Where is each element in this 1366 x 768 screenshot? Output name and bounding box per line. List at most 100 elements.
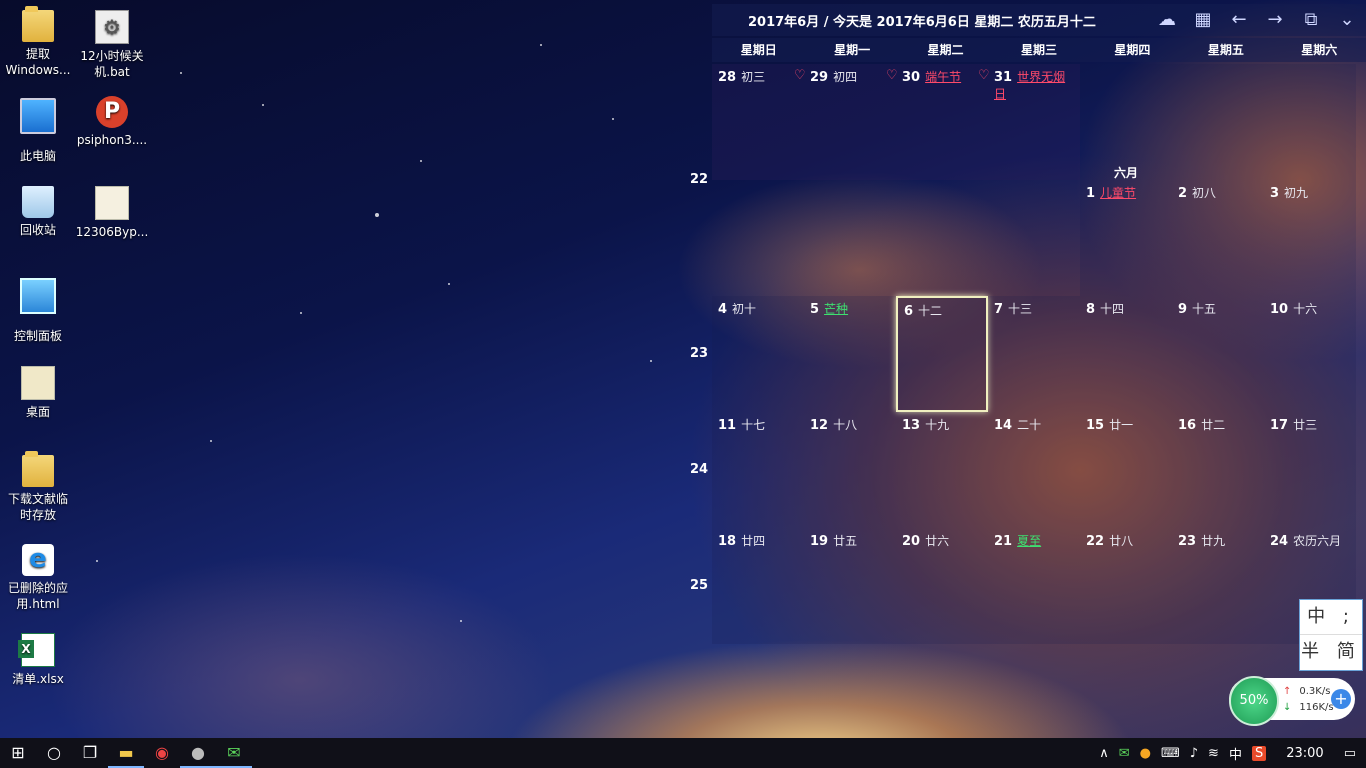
qq-icon[interactable]: ● — [1140, 746, 1151, 761]
lunar-date: 十四 — [1100, 302, 1125, 316]
cortana-search-icon[interactable]: ○ — [36, 738, 72, 768]
file-explorer-icon[interactable]: ▬ — [108, 738, 144, 768]
lunar-date[interactable]: 儿童节 — [1100, 186, 1136, 200]
weekday-tue: 星期二 — [927, 43, 964, 57]
speaker-icon[interactable]: ♪ — [1190, 746, 1198, 761]
desktop-icon-this-pc[interactable]: 此电脑 — [0, 98, 76, 164]
tray-ime-indicator[interactable]: 中 — [1229, 744, 1242, 763]
lunar-date: 初四 — [833, 70, 858, 84]
windows-start-icon[interactable]: ⊞ — [0, 738, 36, 768]
calendar-day-cell[interactable]: 21 夏至 — [988, 528, 1080, 644]
calendar-day-cell[interactable]: 11 十七 — [712, 412, 804, 528]
action-center-icon[interactable]: ▭ — [1344, 746, 1356, 761]
lunar-date[interactable]: 端午节 — [925, 70, 961, 84]
lunar-date[interactable]: 夏至 — [1017, 534, 1041, 548]
day-number: 17 — [1270, 418, 1289, 433]
calendar-day-cell[interactable]: 12 十八 — [804, 412, 896, 528]
desktop-icon-deleted-apps-html[interactable]: 已删除的应 用.html — [0, 544, 76, 612]
lunar-date: 农历六月 — [1293, 534, 1342, 548]
week-number: 25 — [689, 578, 709, 593]
lunar-date: 初八 — [1192, 186, 1217, 200]
app-sphere-icon[interactable]: ● — [180, 738, 216, 768]
ime-width-mode[interactable]: 半 简 — [1300, 635, 1362, 669]
desktop-icon-label: 桌面 — [25, 405, 50, 419]
calendar-day-cell[interactable]: 14 二十 — [988, 412, 1080, 528]
lunar-date: 十五 — [1192, 302, 1217, 316]
desktop-folder-icon — [21, 366, 55, 400]
calendar-day-cell[interactable]: 6 十二 — [896, 296, 988, 412]
weekday-mon: 星期一 — [834, 43, 871, 57]
plus-icon[interactable]: + — [1331, 689, 1351, 709]
ime-status-box[interactable]: 中 ; 半 简 — [1299, 599, 1363, 671]
calendar-day-cell[interactable]: 19 廿五 — [804, 528, 896, 644]
calendar-title: 2017年6月 / 今天是 2017年6月6日 星期二 农历五月十二 — [748, 15, 1096, 30]
calendar-day-cell[interactable]: 3 初九 — [1264, 64, 1356, 296]
sogou-icon[interactable]: S — [1251, 745, 1267, 761]
cloud-icon[interactable]: ☁ — [1156, 9, 1178, 30]
recycle-bin-icon — [22, 186, 54, 218]
weekday-sat: 星期六 — [1301, 43, 1338, 57]
calendar-icon[interactable]: ▦ — [1192, 9, 1214, 30]
desktop-icon-list-xlsx[interactable]: 清单.xlsx — [0, 633, 76, 687]
desktop-icon-shutdown-bat[interactable]: 12小时候关 机.bat — [74, 10, 150, 80]
desktop-icon-12306[interactable]: 12306Byp... — [74, 186, 150, 240]
calendar-day-cell[interactable]: 15 廿一 — [1080, 412, 1172, 528]
lunar-date: 廿二 — [1201, 418, 1226, 432]
chrome-icon[interactable]: ◉ — [144, 738, 180, 768]
desktop-icon-extract-windows[interactable]: 提取 Windows... — [0, 6, 76, 78]
arrow-right-icon[interactable]: → — [1264, 9, 1286, 30]
lunar-date: 十二 — [918, 304, 943, 318]
calendar-day-cell[interactable]: 13 十九 — [896, 412, 988, 528]
calendar-day-cell[interactable]: 10 十六 — [1264, 296, 1356, 412]
chevron-up-icon[interactable]: ∧ — [1099, 746, 1109, 761]
ime-mode[interactable]: 中 ; — [1300, 600, 1362, 635]
calendar-day-cell[interactable]: 17 廿三 — [1264, 412, 1356, 528]
wechat-tray-icon[interactable]: ✉ — [1119, 746, 1130, 761]
wechat-icon[interactable]: ✉ — [216, 738, 252, 768]
lunar-date[interactable]: 芒种 — [824, 302, 848, 316]
download-speed: 116K/s — [1283, 702, 1333, 713]
day-number: 2 — [1178, 186, 1188, 201]
arrow-left-icon[interactable]: ← — [1228, 9, 1250, 30]
day-number: 6 — [904, 304, 914, 319]
taskbar: ⊞ ○ ❐ ▬ ◉ ● ✉ ∧ ✉ ● ⌨ ♪ ≋ 中 S 23:00 ▭ — [0, 738, 1366, 768]
calendar-week-row: 11 十七 12 十八 13 十九 14 二十 15 廿一 16 廿二 17 廿三 — [712, 412, 1366, 528]
window-icon[interactable]: ⧉ — [1300, 9, 1322, 30]
input-tool-icon[interactable]: ⌨ — [1161, 746, 1180, 761]
lunar-date: 二十 — [1017, 418, 1042, 432]
chevron-down-icon[interactable]: ⌄ — [1336, 9, 1358, 30]
calendar-day-cell[interactable]: 20 廿六 — [896, 528, 988, 644]
memory-usage-badge[interactable]: 50% — [1229, 676, 1279, 726]
network-monitor[interactable]: 50% 0.3K/s 116K/s + — [1229, 676, 1355, 726]
calendar-day-cell[interactable]: 29 初四 ♡ — [804, 64, 898, 180]
calendar-day-cell[interactable]: 2 初八 — [1172, 64, 1264, 296]
calendar-day-cell[interactable]: 4 初十 — [712, 296, 804, 412]
desktop-icon-desktop[interactable]: 桌面 — [0, 366, 76, 420]
calendar-day-cell[interactable]: 31 世界无烟日 — [988, 64, 1080, 180]
desktop-icon-control-panel[interactable]: 控制面板 — [0, 278, 76, 344]
calendar-day-cell[interactable]: 18 廿四 — [712, 528, 804, 644]
day-number: 9 — [1178, 302, 1188, 317]
calendar-day-cell[interactable]: 9 十五 — [1172, 296, 1264, 412]
day-number: 29 — [810, 70, 829, 85]
calendar-day-cell[interactable]: 28 初三 ♡ — [712, 64, 806, 180]
weekday-thu: 星期四 — [1114, 43, 1151, 57]
desktop-icon-recycle-bin[interactable]: 回收站 — [0, 186, 76, 238]
desktop-icon-downloads-temp[interactable]: 下载文献临 时存放 — [0, 451, 76, 523]
calendar-day-cell[interactable]: 8 十四 — [1080, 296, 1172, 412]
calendar-day-cell[interactable]: 16 廿二 — [1172, 412, 1264, 528]
clock[interactable]: 23:00 — [1286, 746, 1323, 761]
lunar-date: 十七 — [741, 418, 766, 432]
desktop-icon-psiphon[interactable]: psiphon3.... — [74, 96, 150, 148]
calendar-day-cell[interactable]: 30 端午节 ♡ — [896, 64, 990, 180]
wifi-icon[interactable]: ≋ — [1208, 746, 1219, 761]
calendar-day-cell[interactable]: 23 廿九 — [1172, 528, 1264, 644]
system-tray: ∧ ✉ ● ⌨ ♪ ≋ 中 S 23:00 ▭ — [1099, 738, 1366, 768]
calendar-day-cell[interactable]: 22 廿八 — [1080, 528, 1172, 644]
folder-icon — [22, 6, 54, 42]
calendar-day-cell[interactable]: 7 十三 — [988, 296, 1080, 412]
control-panel-icon — [20, 278, 56, 314]
calendar-day-cell[interactable]: 5 芒种 — [804, 296, 896, 412]
task-view-icon[interactable]: ❐ — [72, 738, 108, 768]
calendar-day-cell[interactable]: 六月 1 儿童节 — [1080, 64, 1172, 296]
